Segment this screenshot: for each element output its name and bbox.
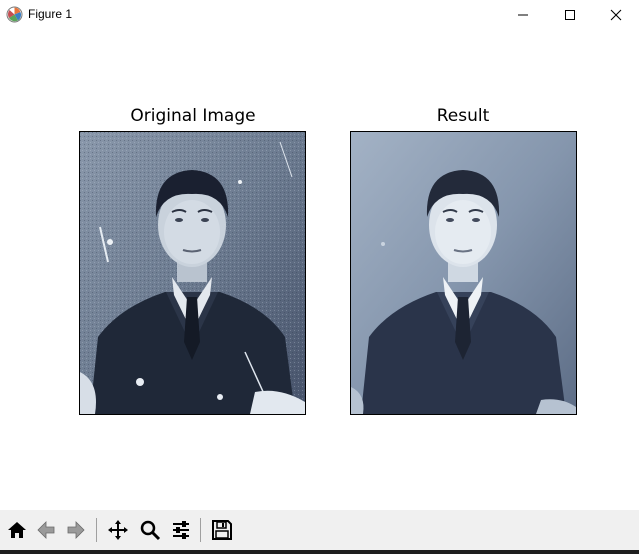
result-axes (350, 131, 577, 415)
original-portrait-image (80, 132, 305, 414)
configure-subplots-button[interactable] (167, 516, 194, 543)
result-title: Result (436, 106, 490, 126)
original-image-axes (79, 131, 306, 415)
toolbar-separator (96, 518, 97, 542)
close-icon (610, 9, 622, 21)
zoom-icon (140, 520, 160, 540)
home-button[interactable] (3, 516, 30, 543)
save-icon (211, 519, 232, 540)
minimize-button[interactable] (500, 0, 546, 30)
forward-icon (67, 520, 85, 539)
matplotlib-app-icon (6, 6, 23, 23)
close-button[interactable] (593, 0, 639, 30)
zoom-button[interactable] (136, 516, 163, 543)
window-bottom-edge (0, 550, 639, 554)
minimize-icon (518, 14, 528, 16)
maximize-button[interactable] (547, 0, 593, 30)
figure-canvas[interactable]: Original Image Result (0, 30, 639, 510)
toolbar-separator (200, 518, 201, 542)
back-icon (36, 520, 54, 539)
navigation-toolbar (0, 510, 639, 550)
pan-icon (107, 519, 128, 540)
window-titlebar: Figure 1 (0, 0, 639, 30)
pan-button[interactable] (104, 516, 131, 543)
home-icon (7, 521, 26, 538)
back-button[interactable] (32, 516, 59, 543)
forward-button[interactable] (62, 516, 89, 543)
original-image-title: Original Image (130, 106, 256, 126)
result-portrait-image (351, 132, 576, 414)
configure-subplots-icon (172, 520, 189, 539)
maximize-icon (565, 10, 575, 20)
window-title: Figure 1 (28, 7, 73, 21)
save-button[interactable] (208, 516, 235, 543)
